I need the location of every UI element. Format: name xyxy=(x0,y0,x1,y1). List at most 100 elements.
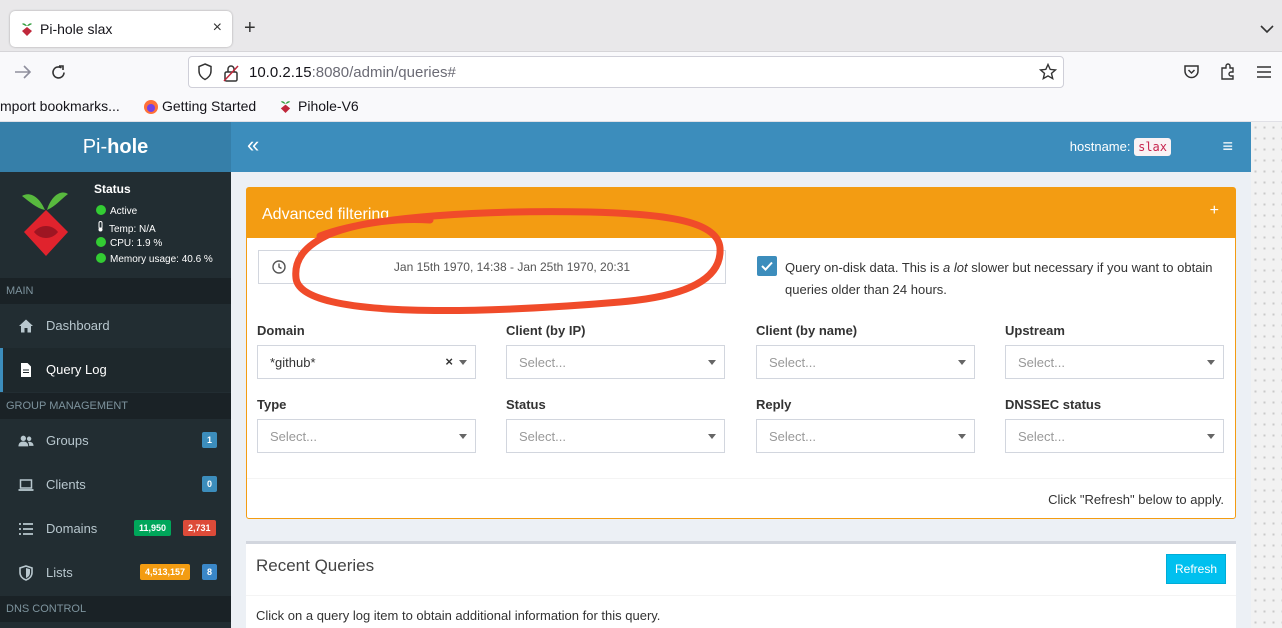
refresh-button[interactable]: Refresh xyxy=(1166,554,1226,584)
divider xyxy=(246,595,1236,596)
sidebar-item-label: Domains xyxy=(46,521,98,536)
url-bar[interactable]: 10.0.2.15:8080/admin/queries# xyxy=(188,56,1064,88)
section-header-main: MAIN xyxy=(0,278,231,304)
client-ip-select[interactable]: Select... xyxy=(506,345,725,379)
sidebar-toggle-button[interactable]: « xyxy=(247,134,259,156)
dropdown-caret-icon xyxy=(958,360,966,365)
status-active: Active xyxy=(96,205,137,217)
client-name-label: Client (by name) xyxy=(756,323,858,338)
browser-tab[interactable]: Pi-hole slax × xyxy=(10,11,232,47)
reply-select[interactable]: Select... xyxy=(756,419,975,453)
forward-icon[interactable] xyxy=(14,65,32,79)
advanced-filtering-title: Advanced filtering xyxy=(262,206,390,223)
tab-close-button[interactable]: × xyxy=(213,19,222,37)
pihole-bookmark-icon xyxy=(280,101,291,113)
desktop-background xyxy=(1251,122,1282,628)
status-label: Status xyxy=(506,397,546,412)
sidebar-item-dashboard[interactable]: Dashboard xyxy=(0,304,231,348)
top-navbar: « hostname: slax ≡ xyxy=(231,122,1251,172)
domains-allowed-badge: 11,950 xyxy=(134,520,172,536)
firefox-icon xyxy=(144,100,158,114)
client-ip-label: Client (by IP) xyxy=(506,323,586,338)
sidebar-item-label: Query Log xyxy=(46,362,107,377)
dropdown-caret-icon xyxy=(459,360,467,365)
tracking-protection-shield-icon[interactable] xyxy=(197,63,213,81)
pihole-logo[interactable]: Pi-hole xyxy=(0,122,231,172)
url-text[interactable]: 10.0.2.15:8080/admin/queries# xyxy=(249,64,456,81)
select-placeholder: Select... xyxy=(1018,429,1065,444)
lists-count-badge: 8 xyxy=(202,564,218,580)
bookmark-star-icon[interactable] xyxy=(1039,63,1057,81)
pihole-favicon-icon xyxy=(22,23,32,36)
users-icon xyxy=(18,435,34,447)
date-range-value: Jan 15th 1970, 14:38 - Jan 25th 1970, 20… xyxy=(393,260,631,274)
advanced-filtering-header[interactable]: Advanced filtering + xyxy=(247,188,1235,238)
cpu-status-dot-icon xyxy=(96,237,106,247)
home-icon xyxy=(19,319,33,333)
user-menu-button[interactable]: ≡ xyxy=(1222,136,1233,157)
apply-note: Click "Refresh" below to apply. xyxy=(1048,492,1224,507)
sidebar-item-clients[interactable]: Clients 0 xyxy=(0,463,231,507)
dropdown-caret-icon xyxy=(1207,360,1215,365)
sidebar-item-label: Groups xyxy=(46,433,89,448)
sidebar-item-label: Clients xyxy=(46,477,86,492)
list-all-tabs-icon[interactable] xyxy=(1260,24,1274,34)
clients-count-badge: 0 xyxy=(202,476,218,492)
filter-footer: Click "Refresh" below to apply. xyxy=(247,478,1235,518)
bookmark-pihole-v6[interactable]: Pihole-V6 xyxy=(298,98,359,114)
sidebar-item-lists[interactable]: Lists 4,513,157 8 xyxy=(0,551,231,595)
dnssec-label: DNSSEC status xyxy=(1005,397,1102,412)
list-icon xyxy=(19,523,33,535)
status-memory: Memory usage: 40.6 % xyxy=(96,253,213,265)
status-cpu: CPU: 1.9 % xyxy=(96,237,162,249)
hostname-value: slax xyxy=(1134,138,1171,156)
client-name-select[interactable]: Select... xyxy=(756,345,975,379)
hostname-display: hostname: slax xyxy=(1070,138,1171,156)
sidebar-item-query-log[interactable]: Query Log xyxy=(0,348,231,392)
thermometer-icon xyxy=(98,221,103,232)
app-menu-icon[interactable] xyxy=(1256,66,1272,78)
reload-icon[interactable] xyxy=(50,64,67,81)
insecure-lock-icon[interactable] xyxy=(223,64,239,82)
select-placeholder: Select... xyxy=(519,429,566,444)
status-temp: Temp: N/A xyxy=(96,221,156,235)
dropdown-caret-icon xyxy=(708,434,716,439)
upstream-select[interactable]: Select... xyxy=(1005,345,1224,379)
upstream-label: Upstream xyxy=(1005,323,1065,338)
query-on-disk-label: Query on-disk data. This is a lot slower… xyxy=(785,260,1213,297)
advanced-filtering-box: Advanced filtering + Jan 15th 1970, 14:3… xyxy=(246,187,1236,519)
bookmark-import[interactable]: mport bookmarks... xyxy=(0,98,120,114)
expand-plus-icon[interactable]: + xyxy=(1210,202,1219,220)
select-placeholder: Select... xyxy=(769,429,816,444)
recent-queries-info: Click on a query log item to obtain addi… xyxy=(256,608,661,623)
status-select[interactable]: Select... xyxy=(506,419,725,453)
dropdown-caret-icon xyxy=(958,434,966,439)
bookmark-getting-started[interactable]: Getting Started xyxy=(162,98,256,114)
file-text-icon xyxy=(21,363,31,377)
type-select[interactable]: Select... xyxy=(257,419,476,453)
clear-selection-icon[interactable]: × xyxy=(445,354,453,369)
extensions-icon[interactable] xyxy=(1219,63,1236,81)
pocket-icon[interactable] xyxy=(1183,64,1200,80)
clock-icon xyxy=(259,251,299,283)
laptop-icon xyxy=(18,479,34,491)
recent-queries-title: Recent Queries xyxy=(256,556,375,575)
checkmark-icon xyxy=(761,261,773,271)
groups-count-badge: 1 xyxy=(202,432,218,448)
select-placeholder: Select... xyxy=(270,429,317,444)
memory-status-dot-icon xyxy=(96,253,106,263)
dropdown-caret-icon xyxy=(708,360,716,365)
sidebar-item-groups[interactable]: Groups 1 xyxy=(0,419,231,463)
active-status-dot-icon xyxy=(96,205,106,215)
dnssec-select[interactable]: Select... xyxy=(1005,419,1224,453)
date-range-picker[interactable]: Jan 15th 1970, 14:38 - Jan 25th 1970, 20… xyxy=(258,250,726,284)
select-placeholder: Select... xyxy=(1018,355,1065,370)
domain-select[interactable]: *github* × xyxy=(257,345,476,379)
new-tab-button[interactable]: + xyxy=(244,18,256,38)
query-on-disk-checkbox[interactable] xyxy=(757,256,777,276)
dropdown-caret-icon xyxy=(459,434,467,439)
bookmarks-bar: mport bookmarks... Getting Started Pihol… xyxy=(0,92,1282,122)
sidebar: Pi-hole Status Active Temp: N/A CPU: 1.9… xyxy=(0,122,231,628)
sidebar-item-domains[interactable]: Domains 11,950 2,731 xyxy=(0,507,231,551)
browser-tab-bar: Pi-hole slax × + xyxy=(0,0,1282,52)
